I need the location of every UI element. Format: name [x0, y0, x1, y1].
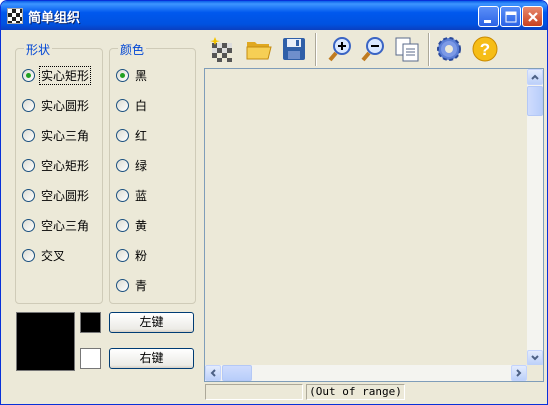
vertical-scrollbar[interactable] [527, 69, 543, 366]
shape-radio-label: 空心三角 [41, 218, 90, 233]
shape-group: 形状 实心矩形实心圆形实心三角空心矩形空心圆形空心三角交叉 [15, 41, 103, 304]
color-radio-label: 黑 [135, 68, 148, 83]
radio-button-icon[interactable] [116, 188, 129, 202]
status-panel-left [205, 384, 303, 400]
shape-radio-5[interactable]: 空心三角 [22, 217, 90, 233]
color-radio-label: 粉 [135, 248, 148, 263]
shape-radio-label: 空心矩形 [41, 158, 90, 173]
radio-button-icon[interactable] [22, 158, 35, 172]
window-title: 简单组织 [28, 11, 81, 26]
color-group: 颜色 黑白红绿蓝黄粉青 [109, 41, 196, 304]
radio-button-icon[interactable] [22, 188, 35, 202]
right-color-swatch [80, 348, 101, 369]
color-radio-label: 黄 [135, 218, 148, 233]
radio-button-icon[interactable] [116, 218, 129, 232]
color-group-title: 颜色 [118, 41, 147, 58]
radio-button-icon[interactable] [22, 98, 35, 112]
shape-radio-6[interactable]: 交叉 [22, 247, 66, 263]
color-radio-label: 绿 [135, 158, 148, 173]
app-window: 简单组织 形状 实心矩形实心圆形实心三角空心矩形空心圆形空心三角交叉 颜色 黑白… [0, 0, 548, 405]
toolbar-separator [315, 33, 317, 66]
shape-radio-1[interactable]: 实心圆形 [22, 97, 90, 113]
shape-radio-label: 空心圆形 [41, 188, 90, 203]
maximize-button[interactable] [500, 6, 521, 27]
shape-radio-0[interactable]: 实心矩形 [22, 65, 92, 85]
left-key-button[interactable]: 左键 [109, 312, 194, 333]
horizontal-scroll-thumb[interactable] [222, 365, 252, 381]
radio-button-icon[interactable] [116, 248, 129, 262]
color-radio-5[interactable]: 黄 [116, 217, 148, 233]
color-radio-2[interactable]: 红 [116, 127, 148, 143]
toolbar-separator [428, 33, 430, 66]
color-radio-7[interactable]: 青 [116, 277, 148, 293]
current-color-preview [16, 312, 75, 371]
close-button[interactable] [522, 6, 543, 27]
radio-button-icon[interactable] [116, 128, 129, 142]
color-radio-label: 红 [135, 128, 148, 143]
shape-radio-3[interactable]: 空心矩形 [22, 157, 90, 173]
app-icon [7, 8, 23, 24]
copy-icon[interactable] [392, 34, 422, 64]
svg-text:?: ? [480, 40, 490, 59]
scroll-down-button[interactable] [527, 350, 543, 366]
settings-icon[interactable] [434, 34, 464, 64]
radio-button-icon[interactable] [116, 278, 129, 292]
shape-radio-label: 实心三角 [41, 128, 90, 143]
shape-group-title: 形状 [24, 41, 53, 58]
scrollbar-corner [527, 365, 543, 381]
help-icon[interactable]: ? [470, 34, 500, 64]
color-radio-label: 青 [135, 278, 148, 293]
radio-button-icon[interactable] [22, 128, 35, 142]
color-radio-label: 蓝 [135, 188, 148, 203]
scroll-right-button[interactable] [511, 365, 527, 381]
radio-button-icon[interactable] [116, 158, 129, 172]
drawing-canvas[interactable] [204, 68, 544, 382]
status-bar: (Out of range) [204, 382, 544, 402]
color-radio-4[interactable]: 蓝 [116, 187, 148, 203]
zoom-out-icon[interactable] [357, 34, 387, 64]
radio-button-icon[interactable] [22, 218, 35, 232]
radio-button-icon[interactable] [22, 248, 35, 262]
zoom-in-icon[interactable] [324, 34, 354, 64]
toolbar: ? [204, 30, 544, 68]
scroll-up-button[interactable] [527, 69, 543, 85]
radio-button-icon[interactable] [22, 68, 35, 82]
scroll-left-button[interactable] [205, 365, 221, 381]
horizontal-scrollbar[interactable] [205, 365, 527, 381]
title-bar[interactable]: 简单组织 [1, 1, 547, 30]
open-folder-icon[interactable] [244, 34, 274, 64]
color-radio-3[interactable]: 绿 [116, 157, 148, 173]
minimize-button[interactable] [478, 6, 499, 27]
save-icon[interactable] [279, 34, 309, 64]
color-radio-label: 白 [135, 98, 148, 113]
right-key-button[interactable]: 右键 [109, 348, 194, 369]
shape-radio-2[interactable]: 实心三角 [22, 127, 90, 143]
radio-button-icon[interactable] [116, 98, 129, 112]
shape-radio-label: 实心圆形 [41, 98, 90, 113]
color-radio-1[interactable]: 白 [116, 97, 148, 113]
shape-radio-label: 实心矩形 [38, 65, 92, 85]
status-coordinates: (Out of range) [306, 384, 405, 400]
shape-radio-label: 交叉 [41, 248, 66, 263]
color-radio-6[interactable]: 粉 [116, 247, 148, 263]
radio-button-icon[interactable] [116, 68, 129, 82]
color-radio-0[interactable]: 黑 [116, 67, 148, 83]
new-icon[interactable] [207, 34, 237, 64]
shape-radio-4[interactable]: 空心圆形 [22, 187, 90, 203]
left-color-swatch [80, 312, 101, 333]
vertical-scroll-thumb[interactable] [527, 86, 543, 116]
